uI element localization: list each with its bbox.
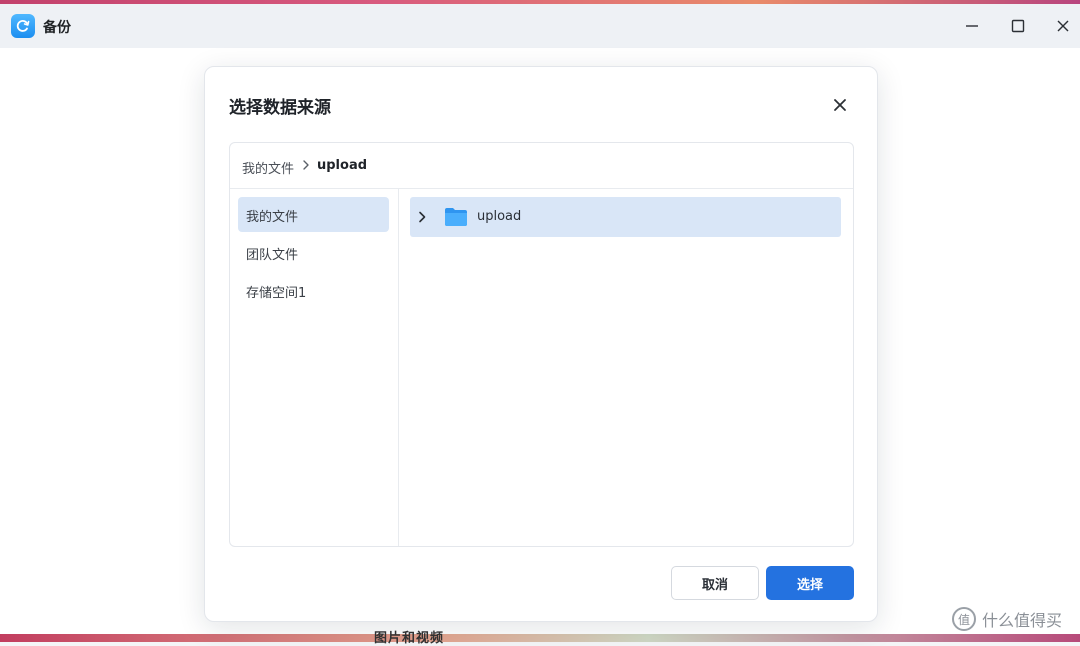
folder-icon	[445, 208, 467, 226]
sync-icon	[16, 20, 30, 32]
breadcrumb: 我的文件 upload	[230, 143, 853, 189]
window-title: 备份	[43, 20, 71, 36]
file-browser: 我的文件 upload 我的文件 团队文件 存储空间1 upload	[229, 142, 854, 547]
sidebar-item-storage-space-1[interactable]: 存储空间1	[238, 273, 389, 308]
close-icon	[834, 99, 846, 111]
sidebar-item-label: 团队文件	[246, 248, 299, 263]
close-icon	[1057, 20, 1069, 32]
desktop-wallpaper-bottom	[0, 634, 1080, 642]
watermark: 值 什么值得买	[952, 606, 1062, 632]
sidebar-item-label: 存储空间1	[246, 286, 307, 301]
select-source-dialog: 选择数据来源 我的文件 upload 我的文件 团队文件 存储空间1 uploa…	[204, 66, 878, 622]
select-button[interactable]: 选择	[766, 566, 854, 600]
chevron-right-icon	[303, 160, 309, 170]
app-icon	[11, 14, 35, 38]
sidebar-item-my-files[interactable]: 我的文件	[238, 197, 389, 232]
dialog-title: 选择数据来源	[229, 98, 331, 118]
file-name: upload	[477, 209, 522, 224]
location-sidebar: 我的文件 团队文件 存储空间1	[230, 189, 399, 546]
sidebar-item-team-files[interactable]: 团队文件	[238, 235, 389, 270]
sidebar-item-label: 我的文件	[246, 210, 299, 225]
title-bar: 备份	[0, 4, 1080, 48]
maximize-icon	[1011, 19, 1025, 33]
file-list: upload	[399, 189, 853, 546]
maximize-button[interactable]	[1003, 12, 1033, 40]
cancel-button[interactable]: 取消	[671, 566, 759, 600]
breadcrumb-root[interactable]: 我的文件	[242, 158, 294, 177]
watermark-logo: 值	[952, 607, 976, 631]
list-item[interactable]: upload	[410, 197, 841, 237]
breadcrumb-current: upload	[317, 158, 368, 173]
minimize-icon	[966, 25, 978, 27]
dialog-close-button[interactable]	[829, 94, 851, 116]
background-section-label: 图片和视频	[374, 631, 445, 646]
watermark-text: 什么值得买	[982, 611, 1063, 630]
window-close-button[interactable]	[1048, 12, 1078, 40]
minimize-button[interactable]	[957, 12, 987, 40]
chevron-right-icon[interactable]	[417, 211, 427, 223]
